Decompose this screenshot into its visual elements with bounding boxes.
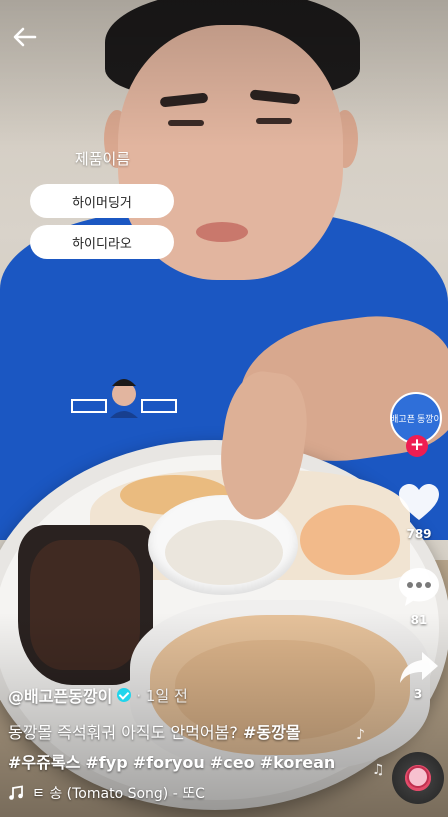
music-info[interactable]: ㅌ 송 (Tomato Song) - 또C — [8, 783, 213, 803]
author-handle[interactable]: @배고픈동깡이 — [8, 683, 112, 707]
back-button[interactable] — [10, 22, 40, 52]
avatar-label: 배고픈 — [390, 414, 415, 425]
post-time: · 1일 전 — [136, 686, 188, 705]
heart-icon — [399, 484, 439, 520]
hashtag[interactable]: #ceo — [210, 753, 255, 772]
video-screen[interactable]: 제품이름 하이머딩거 하이디라오 배고픈 동깡이 + 789 81 3 @배고픈동… — [0, 0, 448, 817]
comment-button[interactable] — [397, 566, 441, 612]
hashtag[interactable]: #동깡몰 — [243, 723, 301, 742]
like-button[interactable] — [397, 482, 441, 526]
arrow-left-icon — [13, 27, 37, 47]
caption-hashtags: #우쥬록스 #fyp #foryou #ceo #korean — [8, 749, 335, 773]
floating-note-icon: ♪ — [356, 727, 365, 743]
avatar-label: 동깡이 — [417, 414, 442, 425]
follow-button[interactable]: + — [406, 435, 428, 457]
floating-note-icon: ♫ — [372, 762, 385, 778]
music-title: ㅌ 송 (Tomato Song) - 또C — [32, 786, 205, 802]
hashtag[interactable]: #korean — [260, 753, 336, 772]
share-count: 3 — [413, 687, 423, 701]
like-count: 789 — [406, 527, 432, 541]
music-disc-center-icon — [407, 766, 429, 788]
music-note-icon — [9, 785, 23, 800]
caption-text: 동깡몰 즉석훠궈 아직도 안먹어봄? — [8, 723, 238, 742]
hashtag[interactable]: #foryou — [133, 753, 205, 772]
hashtag[interactable]: #우쥬록스 — [8, 753, 80, 772]
comment-count: 81 — [410, 613, 428, 627]
product-chip[interactable]: 하이머딩거 — [30, 184, 174, 218]
comment-bubble-icon — [399, 568, 439, 606]
product-chip[interactable]: 하이디라오 — [30, 225, 174, 259]
author-line: @배고픈동깡이 · 1일 전 — [8, 683, 188, 707]
hashtag[interactable]: #fyp — [85, 753, 127, 772]
caption-line: 동깡몰 즉석훠궈 아직도 안먹어봄? #동깡몰 — [8, 719, 301, 743]
product-panel-title: 제품이름 — [74, 150, 131, 168]
share-button[interactable] — [398, 650, 440, 690]
verified-badge-icon — [117, 688, 132, 702]
share-arrow-icon — [400, 652, 438, 683]
